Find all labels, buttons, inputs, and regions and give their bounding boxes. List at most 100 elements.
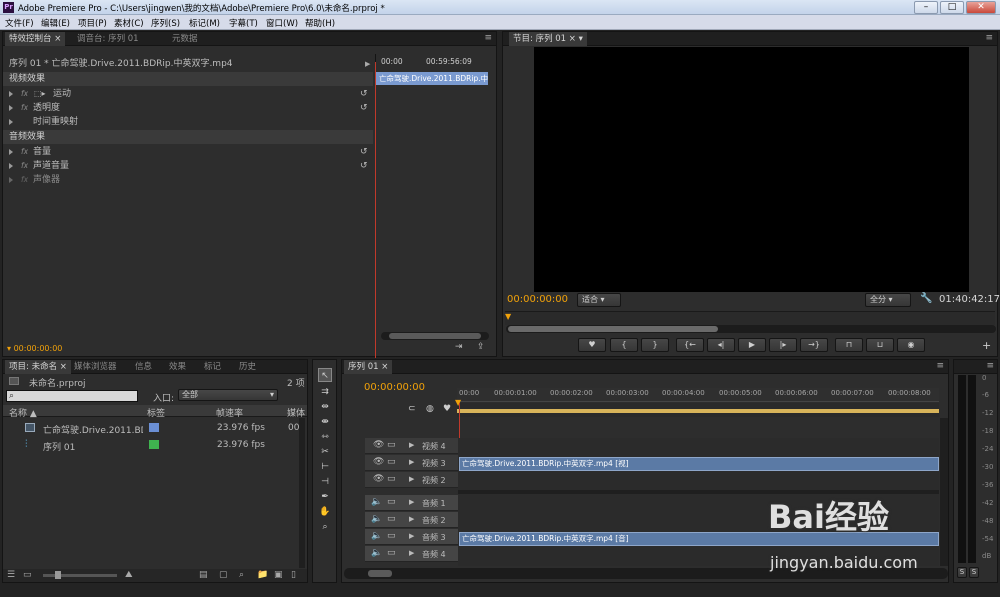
mark-out-button[interactable]: } xyxy=(641,338,669,352)
play-button[interactable]: ▶ xyxy=(738,338,766,352)
lock-icon[interactable]: ▭ xyxy=(387,457,396,467)
expand-triangle-icon[interactable] xyxy=(9,119,13,125)
export-icon[interactable]: ⇪ xyxy=(477,342,485,352)
label-color-swatch[interactable] xyxy=(149,440,159,449)
fx-icon[interactable]: fx xyxy=(21,87,28,101)
expand-arrow-icon[interactable]: ▶ xyxy=(365,60,370,68)
reset-icon[interactable]: ↺ xyxy=(360,101,368,115)
expand-triangle-icon[interactable]: ▶ xyxy=(409,515,414,523)
track-header-video3[interactable]: 👁 ▭ ▶ 视频 3 xyxy=(365,455,458,471)
go-to-out-button[interactable]: →} xyxy=(800,338,828,352)
mark-in-button[interactable]: { xyxy=(610,338,638,352)
column-name[interactable]: 名称 ▲ xyxy=(9,406,37,419)
menu-title[interactable]: 字幕(T) xyxy=(229,17,258,29)
effect-row-channel-volume[interactable]: fx 声道音量 ↺ xyxy=(3,159,373,173)
linked-selection-icon[interactable]: ◍ xyxy=(426,404,434,414)
mini-scrollbar[interactable] xyxy=(381,332,489,340)
program-zoom-bar[interactable] xyxy=(506,325,996,333)
eye-icon[interactable]: 👁 xyxy=(373,457,384,467)
track-header-video2[interactable]: 👁 ▭ ▶ 视频 2 xyxy=(365,472,458,488)
mini-playhead[interactable] xyxy=(375,62,376,358)
lock-icon[interactable]: ▭ xyxy=(387,531,396,541)
rolling-edit-tool-icon[interactable]: ⇼ xyxy=(318,415,332,429)
timeline-vscrollbar[interactable] xyxy=(940,418,948,566)
solo-left-button[interactable]: S xyxy=(957,567,967,578)
fit-dropdown[interactable]: 适合 ▾ xyxy=(577,293,621,307)
menu-marker[interactable]: 标记(M) xyxy=(189,17,220,29)
tab-project[interactable]: 项目: 未命名 × xyxy=(5,360,71,374)
panel-menu-icon[interactable]: ≡ xyxy=(985,33,993,43)
effect-row-panner[interactable]: fx 声像器 xyxy=(3,173,373,187)
lift-button[interactable]: ⊓ xyxy=(835,338,863,352)
column-fps[interactable]: 帧速率 xyxy=(216,406,243,419)
expand-triangle-icon[interactable] xyxy=(9,149,13,155)
fx-icon[interactable]: fx xyxy=(21,145,28,159)
track-header-audio2[interactable]: 🔈 ▭ ▶ 音频 2 xyxy=(365,512,458,528)
tab-markers[interactable]: 标记 xyxy=(200,360,225,374)
lock-icon[interactable]: ▭ xyxy=(387,440,396,450)
icon-view-icon[interactable]: ▭ xyxy=(23,570,32,580)
expand-triangle-icon[interactable] xyxy=(9,177,13,183)
tab-effects[interactable]: 效果 xyxy=(165,360,190,374)
zoom-bar-thumb[interactable] xyxy=(508,326,718,332)
track-select-tool-icon[interactable]: ⇉ xyxy=(318,385,332,399)
bin-icon[interactable]: ▢ xyxy=(219,570,228,580)
wrench-icon[interactable]: 🔧 xyxy=(920,293,932,304)
panel-menu-icon[interactable]: ≡ xyxy=(986,361,994,371)
tab-sequence[interactable]: 序列 01 × xyxy=(344,360,393,374)
expand-triangle-icon[interactable]: ▶ xyxy=(409,498,414,506)
effect-row-motion[interactable]: fx ⬚▸ 运动 ↺ xyxy=(3,87,373,101)
slide-tool-icon[interactable]: ⊣ xyxy=(318,475,332,489)
add-marker-button[interactable]: ♥ xyxy=(578,338,606,352)
entry-dropdown[interactable]: 全部 ▾ xyxy=(178,389,278,401)
step-forward-button[interactable]: |▸ xyxy=(769,338,797,352)
extract-button[interactable]: ⊔ xyxy=(866,338,894,352)
speaker-icon[interactable]: 🔈 xyxy=(371,497,382,507)
add-marker-icon[interactable]: ♥ xyxy=(443,404,451,414)
new-item-icon[interactable]: ▣ xyxy=(274,570,283,580)
project-item-row[interactable]: 亡命驾驶.Drive.2011.BDRi 23.976 fps 00 xyxy=(3,420,307,436)
speaker-icon[interactable]: 🔈 xyxy=(371,548,382,558)
time-ruler[interactable]: 00:00 00:00:01:00 00:00:02:00 00:00:03:0… xyxy=(457,388,939,402)
program-timecode[interactable]: 00:00:00:00 xyxy=(507,294,568,305)
program-playhead-marker[interactable]: ▼ xyxy=(505,312,511,321)
maximize-button[interactable]: □ xyxy=(940,1,964,14)
quality-dropdown[interactable]: 全分 ▾ xyxy=(865,293,911,307)
tab-metadata[interactable]: 元数据 xyxy=(168,32,202,46)
lock-icon[interactable]: ▭ xyxy=(387,497,396,507)
tab-info[interactable]: 信息 xyxy=(131,360,156,374)
lock-icon[interactable]: ▭ xyxy=(387,514,396,524)
menu-sequence[interactable]: 序列(S) xyxy=(151,17,180,29)
effect-row-volume[interactable]: fx 音量 ↺ xyxy=(3,145,373,159)
hand-tool-icon[interactable]: ✋ xyxy=(318,505,332,519)
track-header-audio4[interactable]: 🔈 ▭ ▶ 音频 4 xyxy=(365,546,458,562)
tab-audio-mixer[interactable]: 调音台: 序列 01 xyxy=(73,32,143,46)
minimize-button[interactable]: – xyxy=(914,1,938,14)
go-to-in-button[interactable]: {← xyxy=(676,338,704,352)
panel-menu-icon[interactable]: ≡ xyxy=(936,361,944,371)
column-label[interactable]: 标签 xyxy=(147,406,165,419)
menu-edit[interactable]: 编辑(E) xyxy=(41,17,70,29)
tab-program[interactable]: 节目: 序列 01 × ▾ xyxy=(509,32,587,46)
timeline-timecode[interactable]: 00:00:00:00 xyxy=(364,382,425,393)
expand-triangle-icon[interactable]: ▶ xyxy=(409,532,414,540)
lock-icon[interactable]: ▭ xyxy=(387,474,396,484)
new-bin-icon[interactable]: 📁 xyxy=(257,570,268,580)
scrollbar-thumb[interactable] xyxy=(368,570,392,577)
pen-tool-icon[interactable]: ✒ xyxy=(318,490,332,504)
program-video-display[interactable] xyxy=(534,47,969,292)
project-item-row[interactable]: ⫶ 序列 01 23.976 fps xyxy=(3,437,307,453)
expand-triangle-icon[interactable] xyxy=(9,91,13,97)
step-back-button[interactable]: ◂| xyxy=(707,338,735,352)
delete-icon[interactable]: ▯ xyxy=(291,570,296,580)
add-button-icon[interactable]: + xyxy=(982,339,991,352)
menu-file[interactable]: 文件(F) xyxy=(5,17,34,29)
eye-icon[interactable]: 👁 xyxy=(373,440,384,450)
scrollbar-thumb[interactable] xyxy=(389,333,481,339)
work-area-bar[interactable] xyxy=(457,409,939,413)
expand-triangle-icon[interactable] xyxy=(9,163,13,169)
slip-tool-icon[interactable]: ⊢ xyxy=(318,460,332,474)
track-header-audio1[interactable]: 🔈 ▭ ▶ 音频 1 xyxy=(365,495,458,511)
menu-help[interactable]: 帮助(H) xyxy=(305,17,335,29)
menu-project[interactable]: 项目(P) xyxy=(78,17,107,29)
